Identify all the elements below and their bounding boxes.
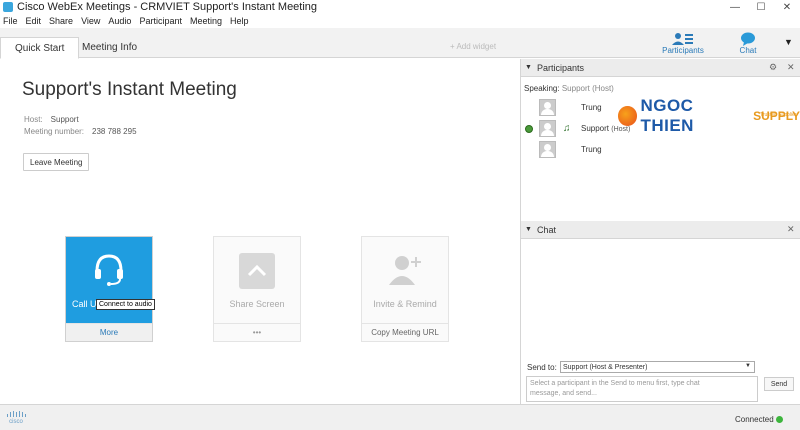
chat-button-label: Chat [739, 46, 757, 55]
participant-name: Trung [581, 145, 602, 154]
close-icon[interactable]: ✕ [774, 0, 800, 14]
chat-bubble-icon [741, 32, 755, 46]
chat-button[interactable]: Chat [733, 28, 763, 58]
menu-help[interactable]: Help [230, 16, 249, 26]
menu-bar: File Edit Share View Audio Participant M… [0, 14, 520, 28]
menu-view[interactable]: View [81, 16, 100, 26]
participants-button[interactable]: Participants [662, 28, 704, 58]
connect-audio-tooltip: Connect to audio [96, 299, 155, 310]
brand-logo-icon [618, 106, 638, 126]
caret-down-icon[interactable]: ▼ [525, 226, 532, 233]
status-bar: cisco Connected [0, 404, 800, 430]
share-screen-more[interactable]: ••• [214, 323, 300, 341]
share-screen-icon [239, 253, 275, 289]
share-screen-body[interactable]: Share Screen [214, 237, 300, 323]
window-title: Cisco WebEx Meetings - CRMVIET Support's… [17, 1, 318, 13]
cisco-logo: cisco [6, 411, 26, 425]
maximize-icon[interactable]: ☐ [748, 0, 774, 14]
avatar [539, 120, 556, 137]
tab-meeting-info[interactable]: Meeting Info [68, 37, 151, 58]
call-us-tile[interactable]: Call Us More [65, 236, 153, 342]
speaking-name: Support (Host) [561, 84, 614, 93]
share-screen-label: Share Screen [229, 299, 285, 309]
panel-close-icon[interactable]: ✕ [787, 62, 795, 73]
share-screen-tile[interactable]: Share Screen ••• [213, 236, 301, 342]
gear-icon[interactable]: ⚙ [769, 62, 777, 73]
headset-small-icon: ♫ [563, 123, 571, 134]
right-panel: ▼ Participants ⚙ ✕ Speaking: Support (Ho… [520, 59, 800, 404]
menu-audio[interactable]: Audio [108, 16, 131, 26]
chat-panel-title: Chat [536, 224, 556, 235]
host-row: Host: Support [24, 115, 79, 124]
participants-panel-title: Participants [536, 62, 584, 73]
watermark-logo: NGOC THIEN SUPPLY Trusted Supplier [618, 96, 800, 136]
host-label: Host: [24, 115, 43, 124]
participant-row[interactable]: Trung [521, 141, 800, 161]
menu-participant[interactable]: Participant [139, 16, 182, 26]
chevron-down-icon: ▼ [745, 363, 751, 369]
meeting-title: Support's Instant Meeting [22, 79, 237, 100]
invite-remind-body[interactable]: Invite & Remind [362, 237, 448, 323]
chat-placeholder: Select a participant in the Send to menu… [530, 380, 700, 387]
connection-status: Connected [735, 415, 774, 424]
avatar [539, 99, 556, 116]
call-us-body[interactable]: Call Us [66, 237, 152, 323]
participants-icon [672, 33, 693, 45]
chat-panel-header[interactable]: ▼ Chat ✕ [521, 221, 800, 239]
send-to-select[interactable]: Support (Host & Presenter) ▼ [560, 361, 755, 373]
quick-start-pane: Support's Instant Meeting Host: Support M… [0, 59, 520, 404]
meeting-number-label: Meeting number: [24, 127, 85, 136]
meeting-number-value: 238 788 295 [92, 127, 137, 136]
cisco-wordmark: cisco [9, 419, 23, 425]
brand-name: NGOC THIEN [640, 96, 694, 135]
add-widget-button[interactable]: + Add widget [450, 42, 496, 51]
send-button[interactable]: Send [764, 377, 794, 391]
send-to-value: Support (Host & Presenter) [563, 363, 648, 371]
chevron-down-icon[interactable]: ▼ [784, 37, 793, 47]
brand-tagline: Trusted Supplier [760, 112, 797, 118]
menu-file[interactable]: File [3, 16, 18, 26]
participants-button-label: Participants [662, 46, 704, 55]
leave-meeting-button[interactable]: Leave Meeting [23, 153, 90, 171]
headset-icon [95, 254, 123, 286]
menu-edit[interactable]: Edit [26, 16, 42, 26]
host-value: Support [50, 115, 79, 124]
participant-name: Trung [581, 103, 602, 112]
minimize-icon[interactable]: — [722, 0, 748, 14]
call-us-more-link[interactable]: More [66, 323, 152, 341]
meeting-number-row: Meeting number: 238 788 295 [24, 127, 137, 136]
connection-status-icon [776, 416, 783, 423]
add-person-icon [389, 256, 421, 285]
chat-message-input[interactable]: Select a participant in the Send to menu… [526, 376, 758, 402]
title-bar: Cisco WebEx Meetings - CRMVIET Support's… [0, 0, 800, 14]
avatar [539, 141, 556, 158]
menu-meeting[interactable]: Meeting [190, 16, 222, 26]
chat-placeholder: message, and send... [530, 390, 597, 397]
tab-bar: Quick Start Meeting Info + Add widget Pa… [0, 28, 800, 59]
speaking-indicator: Speaking: Support (Host) [524, 84, 614, 93]
invite-remind-tile[interactable]: Invite & Remind Copy Meeting URL [361, 236, 449, 342]
presenter-ball-icon [525, 125, 533, 133]
speaking-label: Speaking: [524, 84, 560, 93]
participants-panel-header[interactable]: ▼ Participants ⚙ ✕ [521, 59, 800, 77]
menu-share[interactable]: Share [49, 16, 73, 26]
invite-remind-label: Invite & Remind [373, 299, 437, 309]
cisco-bars-icon [7, 411, 26, 417]
webex-app-icon [3, 2, 13, 12]
copy-meeting-url-link[interactable]: Copy Meeting URL [362, 323, 448, 341]
send-to-label: Send to: [527, 363, 557, 372]
panel-close-icon[interactable]: ✕ [787, 224, 795, 235]
caret-down-icon[interactable]: ▼ [525, 64, 532, 71]
window-controls: — ☐ ✕ [722, 0, 800, 14]
